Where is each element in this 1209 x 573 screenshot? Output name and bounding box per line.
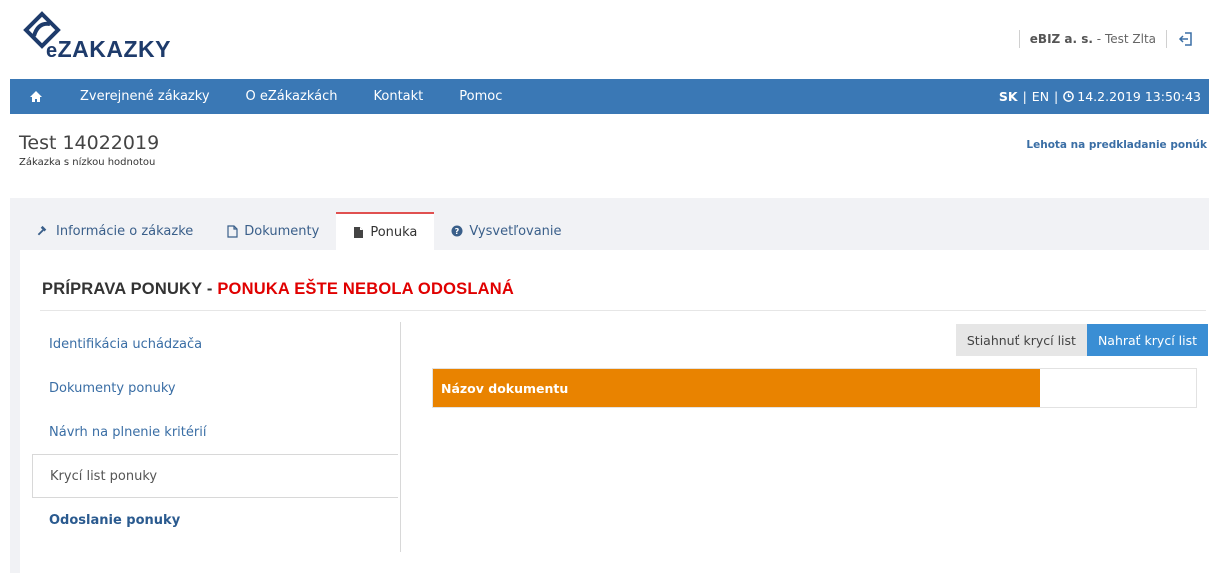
server-datetime: 14.2.2019 13:50:43 xyxy=(1077,89,1201,104)
main-navbar: Zverejnené zákazky O eZákazkách Kontakt … xyxy=(10,79,1209,114)
lang-divider: | xyxy=(1054,89,1059,104)
side-item-bidder-identification[interactable]: Identifikácia uchádzača xyxy=(32,322,401,366)
logo-text: eZAKAZKY xyxy=(46,36,172,62)
file-solid-icon xyxy=(353,226,364,239)
divider xyxy=(40,310,1206,311)
table-header-document-name: Názov dokumentu xyxy=(433,369,1040,407)
nav-item-contact[interactable]: Kontakt xyxy=(356,79,442,114)
offer-side-menu: Identifikácia uchádzača Dokumenty ponuky… xyxy=(32,322,401,542)
user-area: eBIZ a. s. - Test Zlta xyxy=(1009,28,1195,50)
nav-right: SK | EN | 14.2.2019 13:50:43 xyxy=(999,79,1201,114)
nav-item-help[interactable]: Pomoc xyxy=(441,79,520,114)
divider xyxy=(400,322,401,552)
svg-text:?: ? xyxy=(455,227,460,236)
gavel-icon xyxy=(37,225,50,238)
page-subtitle: Zákazka s nízkou hodnotou xyxy=(19,157,156,168)
logout-icon[interactable] xyxy=(1177,30,1195,48)
tab-clarification[interactable]: ? Vysvetľovanie xyxy=(434,212,578,250)
company-name[interactable]: eBIZ a. s. xyxy=(1030,32,1093,46)
side-item-criteria-proposal[interactable]: Návrh na plnenie kritérií xyxy=(32,410,401,454)
tab-tender-info[interactable]: Informácie o zákazke xyxy=(20,212,210,250)
upload-cover-sheet-button[interactable]: Nahrať krycí list xyxy=(1086,324,1208,356)
deadline-link[interactable]: Lehota na predkladanie ponúk xyxy=(1026,139,1207,151)
nav-item-about[interactable]: O eZákazkách xyxy=(228,79,356,114)
tab-label: Informácie o zákazke xyxy=(56,223,194,239)
tab-label: Dokumenty xyxy=(244,223,320,239)
tab-bar: Informácie o zákazke Dokumenty Ponuka ? … xyxy=(20,212,579,250)
nav-item-published-tenders[interactable]: Zverejnené zákazky xyxy=(62,79,228,114)
lang-divider: | xyxy=(1022,89,1027,104)
tab-offer[interactable]: Ponuka xyxy=(336,212,435,250)
home-icon[interactable] xyxy=(10,79,62,114)
side-item-send-offer[interactable]: Odoslanie ponuky xyxy=(32,498,401,542)
documents-table: Názov dokumentu xyxy=(432,368,1197,408)
divider xyxy=(1166,30,1167,48)
side-item-offer-documents[interactable]: Dokumenty ponuky xyxy=(32,366,401,410)
tab-documents[interactable]: Dokumenty xyxy=(210,212,336,250)
question-circle-icon: ? xyxy=(451,225,463,237)
cover-sheet-actions: Stiahnuť krycí list Nahrať krycí list xyxy=(955,324,1208,356)
tab-label: Vysvetľovanie xyxy=(469,223,562,239)
section-title: PRÍPRAVA PONUKY - PONUKA EŠTE NEBOLA ODO… xyxy=(42,280,514,298)
tab-label: Ponuka xyxy=(370,224,418,240)
user-separator: - xyxy=(1092,32,1105,46)
offer-panel: PRÍPRAVA PONUKY - PONUKA EŠTE NEBOLA ODO… xyxy=(20,250,1209,573)
user-name[interactable]: Test Zlta xyxy=(1105,32,1156,46)
download-cover-sheet-button[interactable]: Stiahnuť krycí list xyxy=(955,324,1087,356)
page-title: Test 14022019 xyxy=(19,132,160,154)
clock-icon xyxy=(1063,89,1075,104)
offer-status: PONUKA EŠTE NEBOLA ODOSLANÁ xyxy=(217,280,514,298)
app-header: eZAKAZKY eBIZ a. s. - Test Zlta xyxy=(0,0,1209,79)
content-panel: Informácie o zákazke Dokumenty Ponuka ? … xyxy=(10,198,1209,573)
lang-sk[interactable]: SK xyxy=(999,89,1018,104)
divider xyxy=(1018,30,1020,48)
side-item-cover-sheet[interactable]: Krycí list ponuky xyxy=(32,454,398,498)
lang-en[interactable]: EN xyxy=(1032,89,1049,104)
file-icon xyxy=(227,224,238,238)
tender-title-area: Test 14022019 Zákazka s nízkou hodnotou xyxy=(19,132,159,168)
